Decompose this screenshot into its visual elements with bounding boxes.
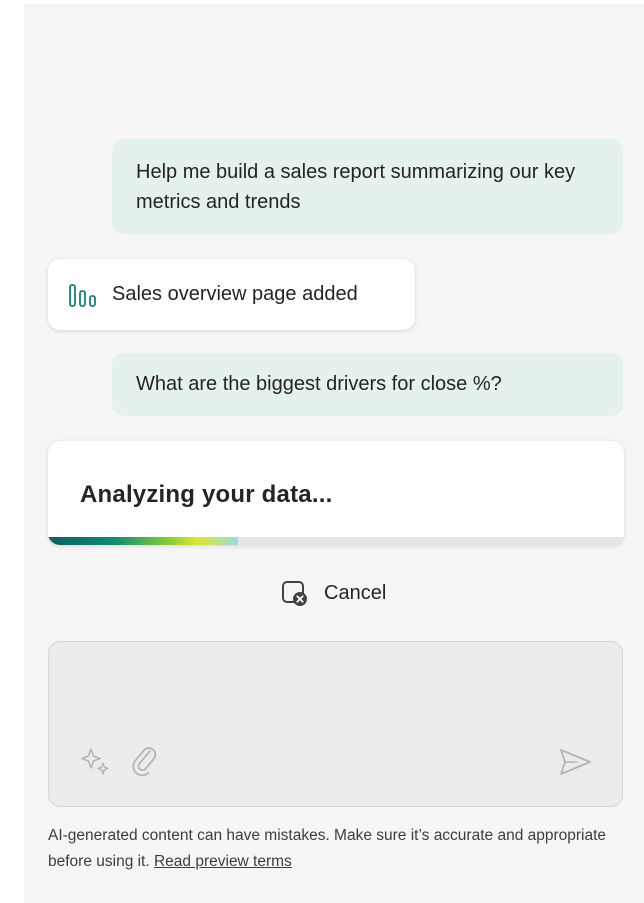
- status-message[interactable]: Sales overview page added: [48, 259, 415, 330]
- message-input[interactable]: [65, 656, 609, 740]
- disclaimer-text: AI-generated content can have mistakes. …: [48, 827, 607, 870]
- bar-chart-icon: [68, 282, 102, 308]
- progress-fill: [48, 537, 239, 545]
- analysis-card: Analyzing your data...: [48, 441, 624, 545]
- message-composer: [48, 641, 623, 807]
- preview-terms-link[interactable]: Read preview terms: [154, 853, 292, 870]
- send-icon[interactable]: [557, 746, 593, 778]
- stop-icon: [280, 578, 310, 608]
- progress-bar: [48, 537, 624, 545]
- user-message: What are the biggest drivers for close %…: [112, 353, 623, 416]
- sparkle-icon[interactable]: [79, 744, 113, 778]
- user-message: Help me build a sales report summarizing…: [112, 139, 623, 234]
- status-message-text: Sales overview page added: [112, 283, 358, 305]
- attach-icon[interactable]: [129, 742, 159, 777]
- user-message-text: Help me build a sales report summarizing…: [136, 161, 576, 213]
- cancel-button[interactable]: Cancel: [280, 577, 386, 609]
- cancel-label: Cancel: [324, 581, 387, 604]
- user-message-text: What are the biggest drivers for close %…: [136, 373, 502, 395]
- disclaimer: AI-generated content can have mistakes. …: [48, 823, 628, 875]
- analysis-title: Analyzing your data...: [80, 481, 333, 508]
